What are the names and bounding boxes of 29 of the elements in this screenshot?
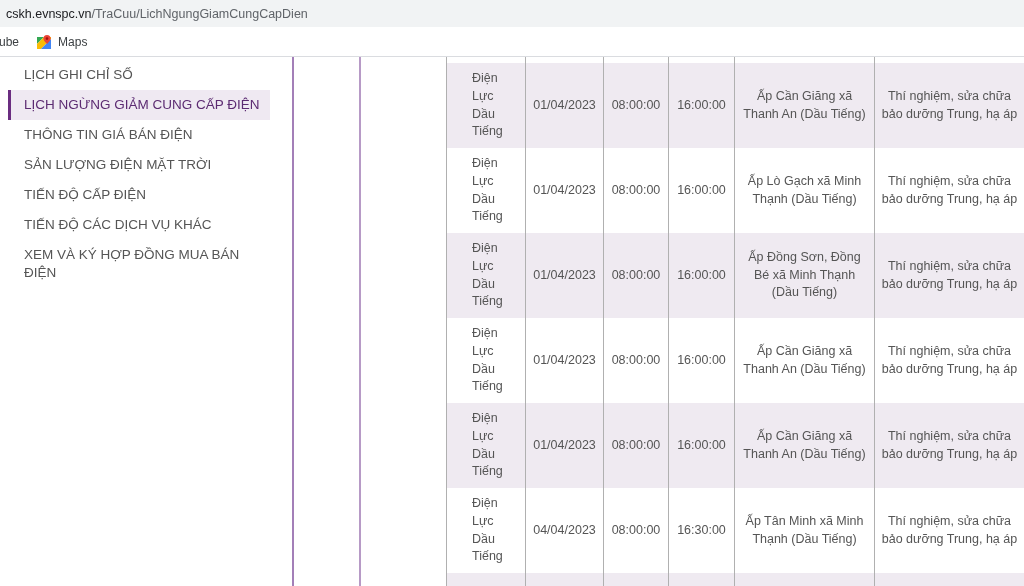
- table-cell: 01/04/2023: [525, 63, 604, 148]
- sidebar-item[interactable]: XEM VÀ KÝ HỢP ĐỒNG MUA BÁN ĐIỆN: [8, 240, 270, 288]
- table-cell: Ấp Cần Giăng xã Thanh An (Dầu Tiếng): [734, 403, 875, 488]
- table-cell: 16:00:00: [668, 403, 735, 488]
- sidebar-item[interactable]: TIẾN ĐỘ CÁC DỊCH VỤ KHÁC: [8, 210, 270, 240]
- sidebar-item[interactable]: LỊCH GHI CHỈ SỐ: [8, 60, 270, 90]
- table-cell: Thí nghiệm, sửa chữa bảo dưỡng Trung, hạ áp: [874, 403, 1024, 488]
- table-cell: 16:00:00: [668, 233, 735, 318]
- map-pin-icon: [37, 34, 52, 49]
- table-cell: 01/04/2023: [525, 233, 604, 318]
- table-cell: 08:00:00: [603, 63, 669, 148]
- sidebar-item[interactable]: SẢN LƯỢNG ĐIỆN MẶT TRỜI: [8, 150, 270, 180]
- table-cell: Điện Lực Dầu Tiếng: [446, 63, 526, 148]
- table-cell: Điện Lực Dầu Tiếng: [446, 403, 526, 488]
- sidebar-item[interactable]: TIẾN ĐỘ CẤP ĐIỆN: [8, 180, 270, 210]
- sidebar-item[interactable]: LỊCH NGỪNG GIẢM CUNG CẤP ĐIỆN: [8, 90, 270, 120]
- address-field[interactable]: cskh.evnspc.vn/TraCuu/LichNgungGiamCungCapDien: [0, 5, 308, 22]
- table-cell: Thí nghiệm, sửa chữa bảo dưỡng Trung, hạ áp: [874, 63, 1024, 148]
- table-cell: 01/04/2023: [525, 403, 604, 488]
- table-cell: Điện Lực Dầu Tiếng: [446, 233, 526, 318]
- table-cell: 08:00:00: [603, 233, 669, 318]
- table-cell: 16:00:00: [668, 63, 735, 148]
- table-cell: Ấp Cần Giăng xã Thanh An (Dầu Tiếng): [734, 63, 875, 148]
- bookmark-link[interactable]: Maps: [33, 31, 92, 52]
- bookmark-link[interactable]: ube: [0, 31, 24, 52]
- sidebar-item[interactable]: THÔNG TIN GIÁ BÁN ĐIỆN: [8, 120, 270, 150]
- table-cell: 08:00:00: [603, 403, 669, 488]
- table-cell: Thí nghiệm, sửa chữa bảo dưỡng Trung, hạ áp: [874, 233, 1024, 318]
- table-cell: Ấp Đồng Sơn, Đồng Bé xã Minh Thạnh (Dầu Tiếng): [734, 233, 875, 318]
